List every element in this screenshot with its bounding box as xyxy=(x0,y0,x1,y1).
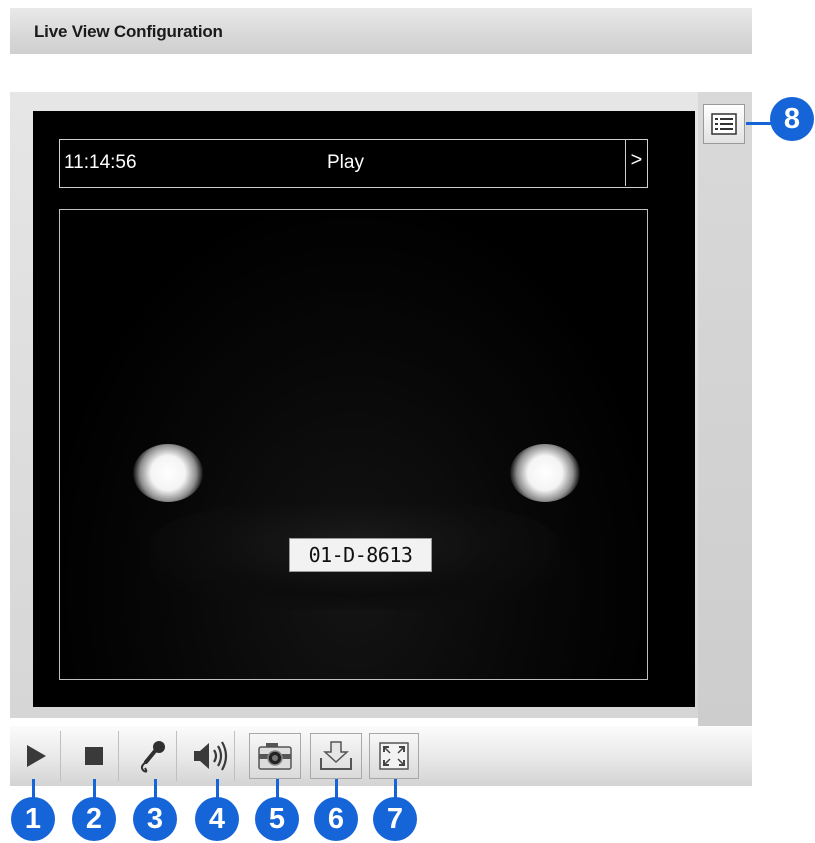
list-icon xyxy=(711,113,737,135)
speaker-button[interactable] xyxy=(185,731,235,781)
stop-icon xyxy=(84,747,103,765)
callout-5: 5 xyxy=(255,797,299,841)
play-icon xyxy=(26,745,46,767)
callout-1-leader xyxy=(32,779,35,799)
fullscreen-icon xyxy=(379,742,409,770)
stop-button[interactable] xyxy=(69,731,119,781)
fullscreen-button[interactable] xyxy=(369,733,419,779)
callout-6-leader xyxy=(335,779,338,799)
callout-2-leader xyxy=(93,779,96,799)
camera-icon xyxy=(258,743,292,770)
callout-4: 4 xyxy=(195,797,239,841)
osd-playback-state: Play xyxy=(327,152,364,173)
callout-1: 1 xyxy=(11,797,55,841)
callout-7-leader xyxy=(394,779,397,799)
callout-7: 7 xyxy=(373,797,417,841)
license-plate: 01-D-8613 xyxy=(289,538,432,572)
callout-8: 8 xyxy=(770,97,814,141)
osd-bar: 11:14:56 Play > xyxy=(59,139,648,188)
page-header: Live View Configuration xyxy=(10,8,752,54)
callout-4-leader xyxy=(216,779,219,799)
download-icon xyxy=(320,741,352,770)
callout-3-leader xyxy=(154,779,157,799)
osd-time: 11:14:56 xyxy=(64,152,137,173)
speaker-icon xyxy=(193,741,227,771)
callout-3: 3 xyxy=(133,797,177,841)
callout-2: 2 xyxy=(72,797,116,841)
download-button[interactable] xyxy=(310,733,362,779)
callout-6: 6 xyxy=(314,797,358,841)
side-panel xyxy=(698,92,752,726)
microphone-button[interactable] xyxy=(127,731,177,781)
video-viewport[interactable]: 01-D-8613 xyxy=(59,209,648,680)
page-title: Live View Configuration xyxy=(34,22,223,41)
callout-5-leader xyxy=(276,779,279,799)
osd-next-button[interactable]: > xyxy=(625,140,647,186)
microphone-icon xyxy=(140,741,165,773)
headlight-left xyxy=(133,444,203,502)
callout-8-leader xyxy=(746,122,772,125)
list-view-button[interactable] xyxy=(703,104,745,144)
headlight-right xyxy=(510,444,580,502)
play-button[interactable] xyxy=(11,731,61,781)
snapshot-button[interactable] xyxy=(249,733,301,779)
